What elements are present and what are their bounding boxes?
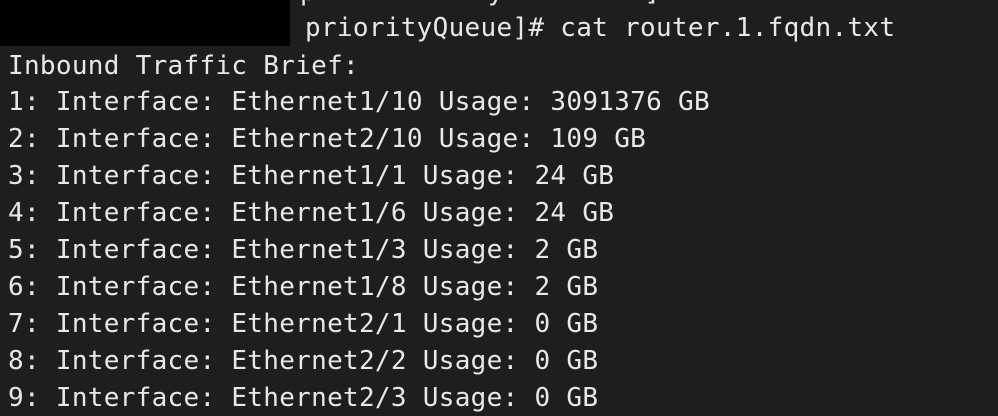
- output-row: 1: Interface: Ethernet1/10 Usage: 309137…: [8, 87, 710, 117]
- output-row: 9: Interface: Ethernet2/3 Usage: 0 GB: [8, 383, 599, 413]
- previous-prompt-fragment: p y ]: [300, 0, 660, 10]
- redacted-hostname-block: [0, 0, 290, 46]
- terminal-window[interactable]: p y ] priorityQueue]# cat router.1.fqdn.…: [0, 0, 998, 416]
- output-row: 4: Interface: Ethernet1/6 Usage: 24 GB: [8, 198, 615, 228]
- output-row: 2: Interface: Ethernet2/10 Usage: 109 GB: [8, 124, 647, 154]
- output-row: 5: Interface: Ethernet1/3 Usage: 2 GB: [8, 235, 599, 265]
- output-header: Inbound Traffic Brief:: [8, 51, 359, 81]
- shell-prompt-command: priorityQueue]# cat router.1.fqdn.txt: [305, 13, 896, 43]
- output-row: 8: Interface: Ethernet2/2 Usage: 0 GB: [8, 346, 599, 376]
- output-row: 7: Interface: Ethernet2/1 Usage: 0 GB: [8, 309, 599, 339]
- output-row: 6: Interface: Ethernet1/8 Usage: 2 GB: [8, 272, 599, 302]
- output-row: 3: Interface: Ethernet1/1 Usage: 24 GB: [8, 161, 615, 191]
